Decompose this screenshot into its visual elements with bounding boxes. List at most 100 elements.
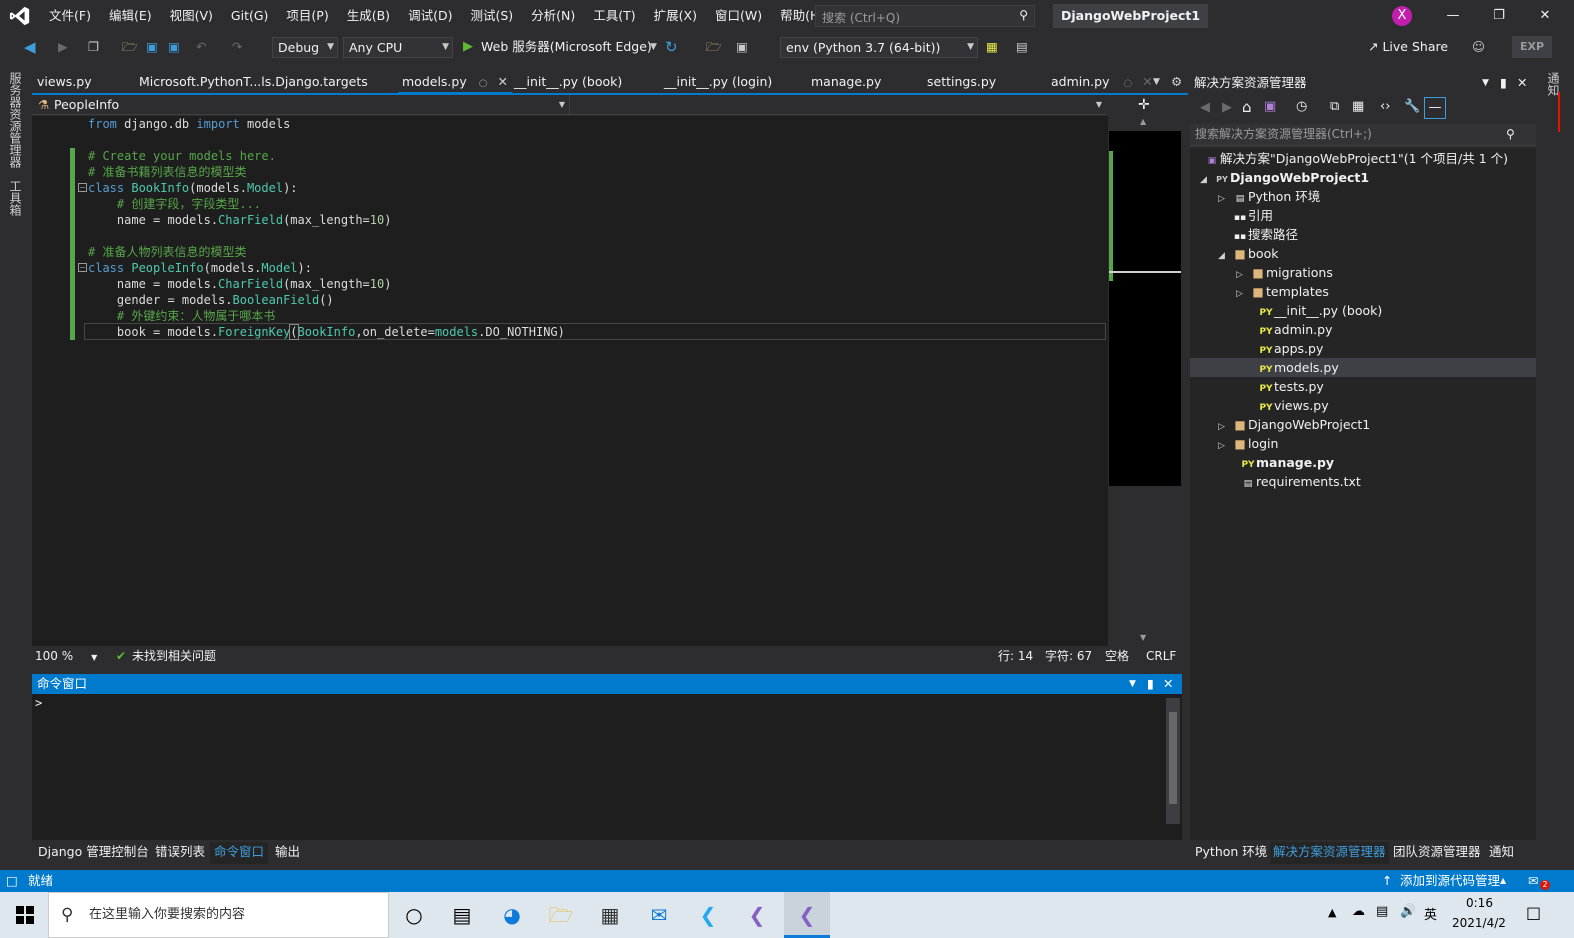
close-icon[interactable]: ✕ (1522, 0, 1568, 32)
search-input[interactable]: 搜索 (Ctrl+Q) ⚲ (815, 5, 1035, 27)
pin-icon[interactable]: ○ (479, 78, 488, 89)
save-all-icon[interactable]: ▣ (168, 37, 180, 57)
tree-item-project-folder[interactable]: ▷ ■ DjangoWebProject1 (1218, 415, 1370, 434)
solution-search-input[interactable]: 搜索解决方案资源管理器(Ctrl+;) ⚲ (1190, 124, 1536, 146)
back-icon[interactable]: ◀ (1200, 100, 1210, 115)
clock-date[interactable]: 2021/4/2 (1452, 916, 1506, 930)
pin-icon[interactable]: ○ (1123, 78, 1132, 89)
collapsed-icon[interactable]: ▷ (1218, 190, 1232, 209)
sync-icon[interactable]: ⧉ (1330, 99, 1339, 114)
menu-analyze[interactable]: 分析(N) (522, 0, 584, 32)
fold-toggle-icon[interactable]: − (78, 263, 87, 272)
menu-file[interactable]: 文件(F) (40, 0, 100, 32)
tab-settings-py[interactable]: settings.py (927, 72, 996, 94)
clock-time[interactable]: 0:16 (1466, 896, 1493, 910)
tree-item-models-py[interactable]: PYmodels.py (1190, 358, 1536, 377)
home-icon[interactable]: ⌂ (1242, 98, 1252, 116)
tree-item-apps-py[interactable]: PYapps.py (1258, 339, 1323, 358)
close-icon[interactable]: ✕ (1163, 674, 1173, 694)
pending-changes-icon[interactable]: ◷ (1296, 99, 1307, 114)
tab-notifications[interactable]: 通知 (1489, 842, 1514, 864)
pin-icon[interactable]: ▮ (1147, 674, 1154, 694)
tab-output[interactable]: 输出 (275, 842, 300, 864)
exp-badge[interactable]: EXP (1512, 36, 1552, 58)
restore-icon[interactable]: ❐ (1476, 0, 1522, 32)
tree-item-migrations[interactable]: ▷ ■ migrations (1236, 263, 1333, 282)
tree-item-init-book[interactable]: PY__init__.py (book) (1258, 301, 1382, 320)
tree-item-requirements[interactable]: ▤ requirements.txt (1240, 472, 1361, 491)
close-icon[interactable]: ✕ (497, 74, 507, 89)
tab-views-py[interactable]: views.py (37, 72, 92, 94)
server-explorer-tab[interactable]: 服务器资源管理器 (8, 72, 24, 168)
search-icon[interactable]: ⚲ (1506, 124, 1515, 144)
collapse-all-icon[interactable]: ▦ (1352, 99, 1364, 114)
menu-debug[interactable]: 调试(D) (399, 0, 461, 32)
browse-folder-icon[interactable]: 🗁 (706, 37, 722, 57)
source-control-button[interactable]: 添加到源代码管理 (1400, 870, 1500, 892)
python-packages-icon[interactable]: ▦ (986, 37, 998, 57)
visual-studio-icon[interactable]: ❮ (742, 900, 772, 930)
windows-start-icon[interactable] (10, 900, 40, 930)
network-icon[interactable]: ▤ (1376, 904, 1388, 919)
switch-views-icon[interactable]: ▣ (1264, 99, 1276, 114)
action-center-icon[interactable]: □ (1526, 903, 1541, 922)
bell-icon[interactable]: ✉ (1528, 870, 1538, 892)
vscode-icon[interactable]: ❮ (693, 900, 723, 930)
collapsed-icon[interactable]: ▷ (1236, 285, 1250, 304)
tree-item-book[interactable]: ◢ ■ book (1218, 244, 1278, 263)
minimap-preview[interactable] (1109, 131, 1181, 486)
close-icon[interactable]: ✕ (1517, 72, 1527, 94)
refresh-icon[interactable]: ↻ (665, 37, 678, 57)
class-selector[interactable]: ⚗ PeopleInfo ▼ (34, 95, 570, 114)
command-window-body[interactable]: > (32, 694, 1182, 840)
menu-extensions[interactable]: 扩展(X) (645, 0, 706, 32)
tab-admin-py[interactable]: admin.py ○ ✕ (1051, 72, 1153, 94)
eol-indicator[interactable]: CRLF (1146, 646, 1176, 666)
whitespace-indicator[interactable]: 空格 (1105, 646, 1129, 666)
tree-item-tests-py[interactable]: PYtests.py (1258, 377, 1323, 396)
tree-item-python-env[interactable]: ▷ ▤ Python 环境 (1218, 187, 1320, 206)
tree-item-views-py[interactable]: PYviews.py (1258, 396, 1328, 415)
undo-icon[interactable]: ↶ (196, 37, 206, 57)
tree-item-references[interactable]: ▪▪ 引用 (1232, 206, 1273, 225)
store-icon[interactable]: ▦ (595, 900, 625, 930)
feedback-icon[interactable]: ☺ (1472, 37, 1485, 57)
edge-browser-icon[interactable]: ◕ (497, 900, 527, 930)
tab-team-explorer[interactable]: 团队资源管理器 (1393, 842, 1481, 864)
open-folder-icon[interactable]: 🗁 (122, 37, 138, 57)
file-explorer-icon[interactable]: 🗁 (546, 900, 576, 930)
menu-tools[interactable]: 工具(T) (584, 0, 644, 32)
tree-item-solution[interactable]: ▣ 解决方案"DjangoWebProject1"(1 个项目/共 1 个) (1204, 149, 1508, 168)
tab-overflow-icon[interactable]: ▼ (1153, 72, 1160, 94)
tab-manage-py[interactable]: manage.py (811, 72, 881, 94)
zoom-select[interactable]: 100 % ▼ (35, 646, 97, 668)
cortana-icon[interactable]: ○ (399, 900, 429, 930)
menu-build[interactable]: 生成(B) (338, 0, 399, 32)
wrench-icon[interactable]: 🔧 (1404, 99, 1420, 114)
expanded-icon[interactable]: ◢ (1200, 171, 1214, 190)
mail-icon[interactable]: ✉ (644, 900, 674, 930)
menu-project[interactable]: 项目(P) (277, 0, 337, 32)
menu-test[interactable]: 测试(S) (461, 0, 522, 32)
forward-icon[interactable]: ▶ (58, 37, 68, 57)
preview-icon[interactable]: — (1424, 97, 1446, 119)
tab-django-targets[interactable]: Microsoft.PythonT...ls.Django.targets (139, 72, 368, 94)
expanded-icon[interactable]: ◢ (1218, 247, 1232, 266)
onedrive-icon[interactable]: ☁ (1352, 904, 1365, 919)
pin-icon[interactable]: ▮ (1500, 72, 1507, 94)
ime-indicator[interactable]: 英 (1424, 904, 1437, 923)
issues-status[interactable]: 未找到相关问题 (132, 646, 216, 666)
layout-icon[interactable]: ▤ (1016, 37, 1028, 57)
scroll-up-icon[interactable]: ▲ (1140, 117, 1146, 126)
command-scrollbar[interactable] (1166, 698, 1180, 824)
tab-models-py[interactable]: models.py ○ ✕ (398, 72, 512, 94)
search-icon[interactable]: ⚲ (1019, 8, 1028, 22)
split-icon[interactable]: ✛ (1138, 97, 1150, 113)
scroll-down-icon[interactable]: ▼ (1140, 633, 1146, 642)
new-project-icon[interactable]: ❐ (88, 37, 99, 57)
member-selector[interactable]: ▼ (572, 95, 1106, 114)
tree-item-admin-py[interactable]: PYadmin.py (1258, 320, 1332, 339)
menu-view[interactable]: 视图(V) (161, 0, 222, 32)
visual-studio-active-icon[interactable]: ❮ (784, 892, 830, 938)
tab-error-list[interactable]: 错误列表 (155, 842, 205, 864)
